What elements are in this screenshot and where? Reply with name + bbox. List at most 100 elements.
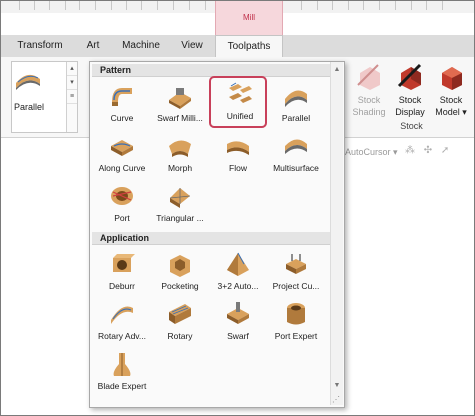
toolbar-tick — [79, 1, 80, 10]
gallery-item-blade-expert[interactable]: Blade Expert — [93, 348, 151, 400]
toolbar-tick — [126, 1, 127, 10]
toolbar-tick — [395, 1, 396, 10]
gallery-item-rotary[interactable]: Rotary — [151, 298, 209, 350]
gallery-item-label: Unified — [226, 111, 254, 121]
gallery-item-label: 3+2 Auto... — [217, 281, 259, 291]
toolbar-tick — [379, 1, 380, 10]
tab-toolpaths[interactable]: Toolpaths — [215, 35, 283, 58]
gallery-item-label: Flow — [229, 163, 247, 173]
toolbar-tick — [189, 1, 190, 10]
gallery-item-label: Curve — [110, 113, 134, 123]
stock-model-icon — [442, 67, 462, 90]
toolbar-tick — [95, 1, 96, 10]
gallery-item-unified[interactable]: Unified — [209, 76, 267, 128]
stock-display-label-1: Stock — [398, 95, 422, 105]
gallery-item-pocketing[interactable]: Pocketing — [151, 248, 209, 300]
project-curve-icon — [286, 254, 306, 274]
along-curve-icon — [111, 140, 133, 156]
section-header-pattern: Pattern — [92, 64, 330, 77]
gallery-item-along-curve[interactable]: Along Curve — [93, 130, 151, 182]
toolbar-tick — [332, 1, 333, 10]
gallery-item-swarf[interactable]: Swarf — [209, 298, 267, 350]
stock-shading-button[interactable]: Stock Shading — [349, 61, 389, 117]
gallery-item-morph[interactable]: Morph — [151, 130, 209, 182]
gallery-item-multisurface[interactable]: Multisurface — [267, 130, 325, 182]
toolbar-tick — [157, 1, 158, 10]
gallery-item-label: Morph — [167, 163, 193, 173]
gallery-item-triangular[interactable]: Triangular ... — [151, 180, 209, 232]
rotary-advanced-icon — [111, 306, 133, 324]
toolbar-tick — [205, 1, 206, 10]
swarf-milling-icon — [169, 88, 191, 109]
gallery-item-deburr[interactable]: Deburr — [93, 248, 151, 300]
multisurface-icon — [285, 139, 307, 154]
morph-icon — [169, 140, 191, 157]
curve-icon — [112, 88, 132, 106]
gallery-scrollbar[interactable]: ▴ ▾ ≡ — [66, 62, 77, 132]
tab-machine[interactable]: Machine — [115, 35, 167, 57]
context-tab-label: Mill — [243, 13, 255, 22]
toolbar-tick — [426, 1, 427, 10]
toolbar-tick — [34, 1, 35, 10]
blade-expert-icon — [113, 353, 131, 376]
triangular-icon — [169, 188, 191, 208]
toolpath-gallery[interactable]: Parallel ▴ ▾ ≡ — [11, 61, 78, 133]
gallery-item-label: Triangular ... — [156, 213, 204, 223]
toolbar-tick — [141, 1, 142, 10]
gallery-more-icon[interactable]: ≡ — [67, 90, 77, 104]
parallel-icon — [16, 74, 40, 90]
stock-model-label-1: Stock — [439, 95, 463, 105]
dropdown-scrollbar[interactable]: ▲ ▼ — [330, 62, 343, 405]
gallery-item-flow[interactable]: Flow — [209, 130, 267, 182]
3-plus-2-auto-icon — [227, 252, 249, 276]
gallery-item-port[interactable]: Port — [93, 180, 151, 232]
deburr-icon — [113, 254, 135, 272]
unified-icon — [229, 82, 252, 103]
gallery-item-label: Pocketing — [161, 281, 199, 291]
scroll-up-icon[interactable]: ▲ — [331, 64, 343, 76]
toolbar-tick — [65, 1, 66, 10]
stock-model-label-2: Model ▾ — [435, 107, 467, 117]
stock-shading-label-1: Stock — [357, 95, 381, 105]
gallery-item-label: Rotary Adv... — [97, 331, 147, 341]
tab-view[interactable]: View — [173, 35, 211, 57]
resize-grip-icon[interactable]: ⋰ — [332, 395, 340, 404]
stock-display-button[interactable]: Stock Display — [390, 61, 430, 117]
toolbar-tick — [49, 1, 50, 10]
autocursor-dropdown[interactable]: AutoCursor ▾ — [345, 147, 398, 158]
stock-shading-label-2: Shading — [352, 107, 386, 117]
port-expert-icon — [287, 303, 305, 325]
toolbar-tick — [19, 1, 20, 10]
section-header-application: Application — [92, 232, 330, 245]
gallery-item-project-curve[interactable]: Project Cu... — [267, 248, 325, 300]
application-window: Mill Transform Art Machine View Toolpath… — [0, 0, 475, 416]
scroll-down-icon[interactable]: ▼ — [331, 380, 343, 392]
stock-display-label-2: Display — [395, 107, 425, 117]
flow-icon — [227, 141, 249, 155]
tab-art[interactable]: Art — [79, 35, 107, 57]
stock-display-icon — [397, 63, 422, 90]
stock-group: Stock Shading Stock Display Stock Model … — [349, 57, 474, 137]
toolbar-tick — [173, 1, 174, 10]
toolpath-gallery-dropdown: Pattern Curve Swarf Milli... Unified Par… — [89, 61, 345, 408]
gallery-item-label: Port Expert — [274, 331, 318, 341]
parallel-icon — [285, 90, 307, 107]
tab-transform[interactable]: Transform — [11, 35, 69, 57]
port-icon — [111, 187, 133, 205]
swarf-icon — [227, 302, 249, 324]
gallery-scroll-down-icon[interactable]: ▾ — [67, 76, 77, 90]
gallery-item-swarf-milling[interactable]: Swarf Milli... — [151, 80, 209, 132]
gallery-scroll-up-icon[interactable]: ▴ — [67, 62, 77, 76]
stock-shading-icon — [357, 64, 380, 90]
pocketing-icon — [170, 255, 190, 277]
stock-model-button[interactable]: Stock Model ▾ — [431, 61, 471, 117]
gallery-item-parallel[interactable]: Parallel — [267, 80, 325, 132]
gallery-item-rotary-advanced[interactable]: Rotary Adv... — [93, 298, 151, 350]
autocursor-tool-icons[interactable]: ⁂ ✣ ➚ — [405, 145, 452, 156]
gallery-item-3-plus-2-auto[interactable]: 3+2 Auto... — [209, 248, 267, 300]
toolbar-tick — [301, 1, 302, 10]
gallery-item-curve[interactable]: Curve — [93, 80, 151, 132]
gallery-item-port-expert[interactable]: Port Expert — [267, 298, 325, 350]
toolbar-tick — [317, 1, 318, 10]
ribbon-tab-bar: Transform Art Machine View Toolpaths — [1, 35, 474, 58]
